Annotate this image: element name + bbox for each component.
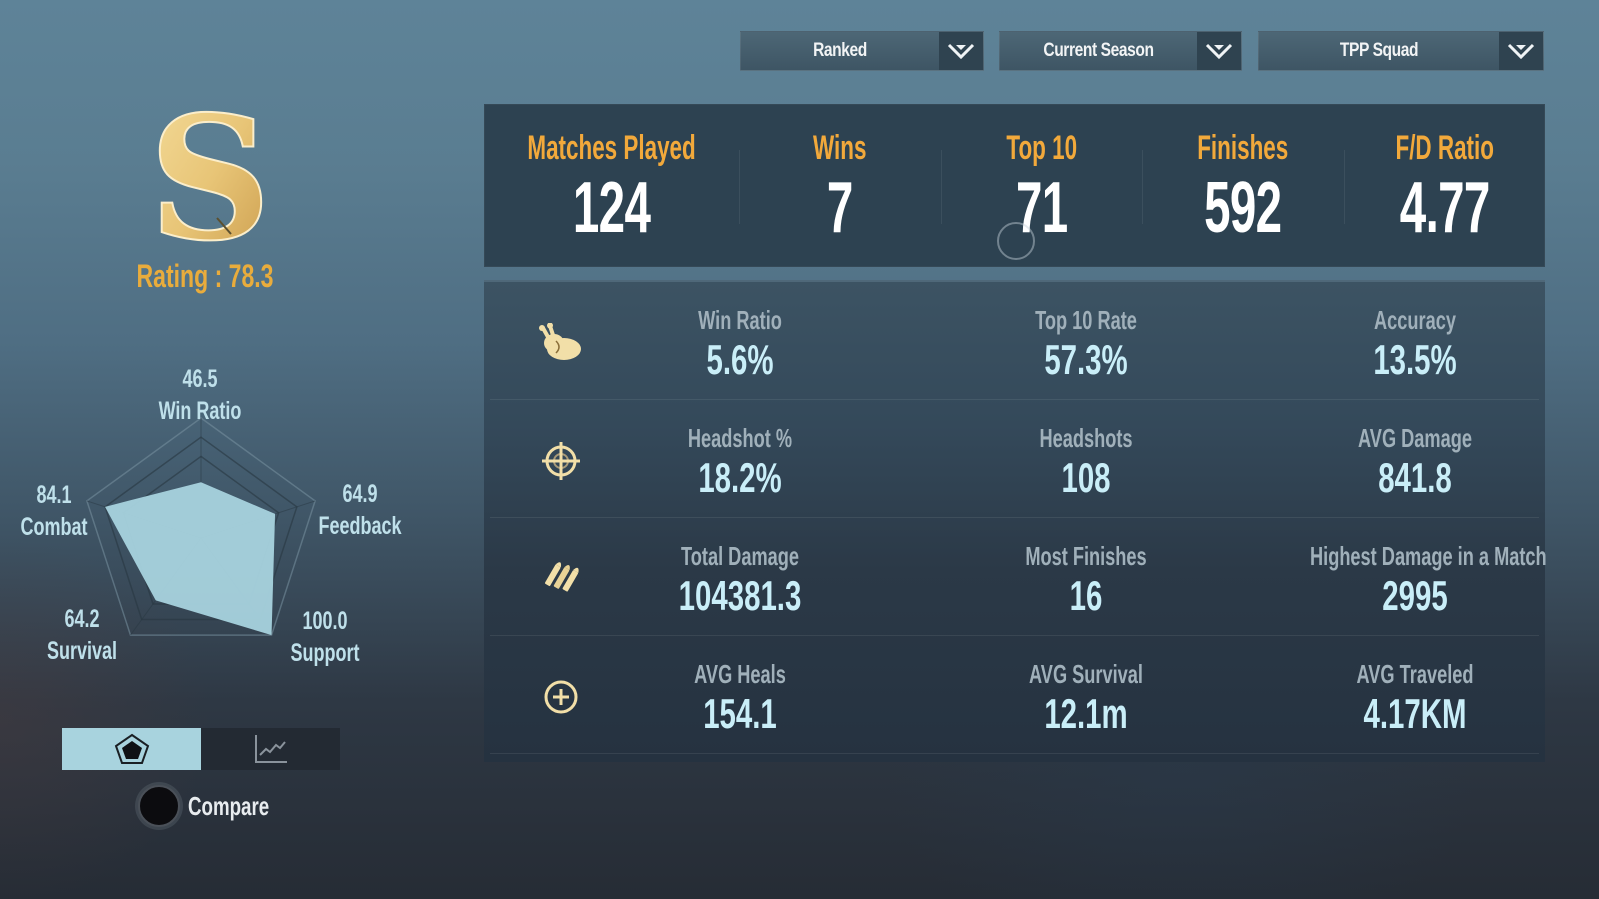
summary-finishes: Finishes 592 (1142, 104, 1343, 267)
compare-toggle[interactable] (138, 785, 180, 827)
chevron-down-icon[interactable] (1197, 32, 1241, 70)
stat-avg-traveled: AVG Traveled 4.17KM (1265, 656, 1565, 736)
stat-value: 104381.3 (678, 572, 802, 619)
radar-chart: 46.5 Win Ratio 64.9 Feedback 100.0 Suppo… (0, 355, 420, 685)
stat-headshots: Headshots 108 (936, 420, 1236, 500)
season-dropdown-label: Current Season (1043, 40, 1154, 61)
summary-label: Matches Played (527, 129, 696, 167)
squad-dropdown-label: TPP Squad (1339, 40, 1419, 61)
stat-value: 2995 (1382, 572, 1448, 619)
detail-row-headshots: Headshot % 18.2% Headshots 108 AVG Damag… (490, 400, 1539, 518)
compare-label: Compare (188, 790, 270, 821)
stat-label: AVG Heals (694, 659, 786, 689)
bullets-icon (538, 556, 584, 602)
compare-control: Compare (138, 785, 301, 827)
stat-label: Accuracy (1374, 305, 1456, 335)
summary-matches-played: Matches Played 124 (484, 104, 739, 267)
stat-label: Headshots (1039, 423, 1133, 453)
chicken-icon (538, 320, 584, 366)
stat-value: 108 (1061, 454, 1111, 501)
chevron-down-icon[interactable] (1499, 32, 1543, 70)
chevron-down-icon[interactable] (939, 32, 983, 70)
detail-row-wins: Win Ratio 5.6% Top 10 Rate 57.3% Accurac… (490, 282, 1539, 400)
stat-top-10-rate: Top 10 Rate 57.3% (936, 302, 1236, 382)
stat-total-damage: Total Damage 104381.3 (590, 538, 890, 618)
stat-label: AVG Damage (1358, 423, 1472, 453)
summary-value: 592 (1204, 168, 1282, 248)
stat-label: Total Damage (681, 541, 799, 571)
stat-accuracy: Accuracy 13.5% (1265, 302, 1565, 382)
summary-value: 71 (1015, 168, 1068, 248)
mode-dropdown[interactable]: Ranked (740, 31, 984, 71)
stat-value: 154.1 (703, 690, 777, 737)
radar-label-feedback: 64.9 Feedback (317, 478, 403, 542)
summary-label: F/D Ratio (1395, 129, 1494, 167)
radar-axis-name: Combat (20, 513, 88, 541)
line-view-tab[interactable] (201, 728, 340, 770)
radar-value-polygon (105, 482, 276, 636)
summary-label: Top 10 (1005, 129, 1077, 167)
radar-axis-name: Feedback (318, 512, 402, 540)
chart-view-toggle (62, 728, 340, 770)
details-panel: Win Ratio 5.6% Top 10 Rate 57.3% Accurac… (484, 280, 1547, 762)
radar-label-win-ratio: 46.5 Win Ratio (157, 363, 243, 427)
summary-fd-ratio: F/D Ratio 4.77 (1343, 104, 1545, 267)
radar-axis-name: Support (290, 639, 360, 667)
stat-most-finishes: Most Finishes 16 (936, 538, 1236, 618)
stat-highest-damage: Highest Damage in a Match 2995 (1265, 538, 1565, 618)
stat-avg-heals: AVG Heals 154.1 (590, 656, 890, 736)
stat-label: Headshot % (687, 423, 793, 453)
summary-top-10: Top 10 71 (940, 104, 1142, 267)
stat-label: Most Finishes (1025, 541, 1147, 571)
stat-value: 13.5% (1373, 336, 1457, 383)
stat-value: 57.3% (1044, 336, 1128, 383)
heal-plus-icon (538, 674, 584, 720)
season-dropdown[interactable]: Current Season (999, 31, 1242, 71)
stat-label: Win Ratio (698, 305, 782, 335)
line-chart-icon (254, 735, 287, 763)
stat-avg-damage: AVG Damage 841.8 (1265, 420, 1565, 500)
summary-label: Finishes (1197, 129, 1289, 167)
radar-chart-icon (114, 733, 149, 764)
stat-value: 841.8 (1378, 454, 1452, 501)
radar-label-combat: 84.1 Combat (11, 479, 97, 543)
squad-dropdown[interactable]: TPP Squad (1258, 31, 1544, 71)
stat-value: 16 (1069, 572, 1103, 619)
radar-value: 46.5 (182, 365, 218, 393)
rating-text: Rating : 78.3 (136, 258, 274, 294)
stat-value: 12.1m (1044, 690, 1128, 737)
radar-axis-name: Survival (46, 637, 118, 665)
detail-row-heals: AVG Heals 154.1 AVG Survival 12.1m AVG T… (490, 636, 1539, 754)
stat-value: 4.17KM (1363, 690, 1467, 737)
summary-label: Wins (813, 129, 867, 167)
stat-label: AVG Traveled (1356, 659, 1474, 689)
detail-row-damage: Total Damage 104381.3 Most Finishes 16 H… (490, 518, 1547, 636)
stat-avg-survival: AVG Survival 12.1m (936, 656, 1236, 736)
touch-cursor-indicator (997, 222, 1035, 260)
summary-value: 4.77 (1399, 168, 1490, 248)
stat-value: 18.2% (698, 454, 782, 501)
stat-label: Top 10 Rate (1035, 305, 1137, 335)
summary-value: 124 (572, 168, 651, 248)
stat-headshot-percent: Headshot % 18.2% (590, 420, 890, 500)
stat-label: AVG Survival (1029, 659, 1143, 689)
summary-value: 7 (826, 168, 853, 248)
summary-wins: Wins 7 (739, 104, 940, 267)
tier-badge-icon: S (145, 78, 275, 280)
radar-label-support: 100.0 Support (282, 605, 368, 669)
stat-win-ratio: Win Ratio 5.6% (590, 302, 890, 382)
radar-value: 100.0 (302, 607, 348, 635)
radar-value: 84.1 (36, 481, 72, 509)
stat-label: Highest Damage in a Match (1310, 541, 1547, 571)
radar-view-tab[interactable] (62, 728, 201, 770)
radar-label-survival: 64.2 Survival (39, 603, 125, 667)
mode-dropdown-label: Ranked (813, 40, 867, 61)
tier-letter: S (149, 100, 272, 250)
crosshair-icon (538, 438, 584, 484)
radar-value: 64.2 (64, 605, 100, 633)
stat-value: 5.6% (706, 336, 774, 383)
radar-value: 64.9 (342, 480, 378, 508)
radar-axis-name: Win Ratio (158, 397, 242, 425)
